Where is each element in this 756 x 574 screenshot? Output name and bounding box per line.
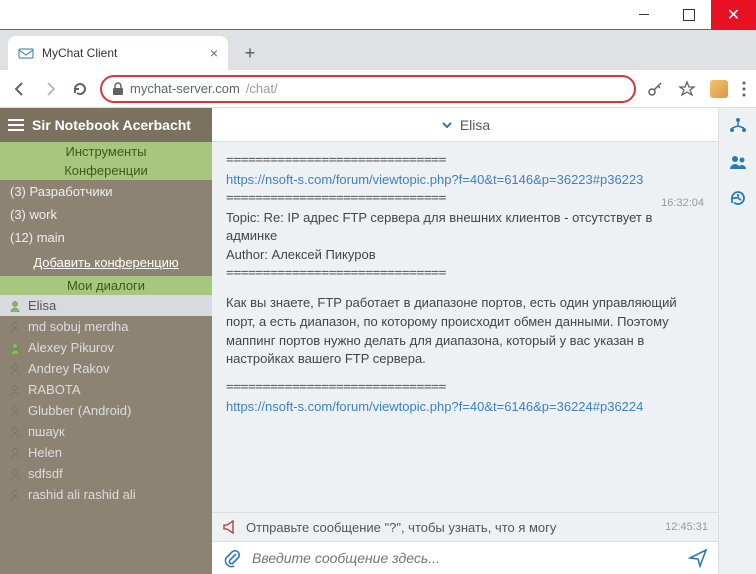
browser-toolbar: mychat-server.com/chat/ — [0, 70, 756, 108]
lock-icon — [112, 82, 124, 96]
url-host: mychat-server.com — [130, 81, 240, 96]
message-separator: ============================== — [226, 190, 704, 209]
dialog-name: Glubber (Android) — [28, 403, 131, 418]
message-timestamp: 16:32:04 — [661, 196, 704, 212]
presence-icon — [8, 404, 22, 418]
dialog-name: RABOTA — [28, 382, 81, 397]
dialog-item[interactable]: rashid ali rashid ali — [0, 484, 212, 505]
dialog-name: Helen — [28, 445, 62, 460]
window-minimize-button[interactable] — [621, 0, 666, 30]
sidebar-section-dialogs[interactable]: Мои диалоги — [0, 276, 212, 295]
message-text: Как вы знаете, FTP работает в диапазоне … — [226, 294, 704, 369]
chat-peer-name: Elisa — [460, 117, 490, 133]
new-tab-button[interactable]: + — [236, 43, 264, 70]
right-rail — [718, 108, 756, 574]
current-user-name: Sir Notebook Acerbacht — [32, 117, 191, 133]
tab-title: MyChat Client — [42, 46, 202, 60]
presence-icon — [8, 362, 22, 376]
org-icon[interactable] — [728, 116, 748, 136]
nav-back-button[interactable] — [10, 79, 30, 99]
message-text: Author: Алексей Пикуров — [226, 246, 704, 265]
dialog-item[interactable]: Alexey Pikurov — [0, 337, 212, 358]
dialog-name: Alexey Pikurov — [28, 340, 114, 355]
nav-reload-button[interactable] — [70, 79, 90, 99]
message-separator: ============================== — [226, 265, 704, 284]
dialog-item[interactable]: Elisa — [0, 295, 212, 316]
dialog-item[interactable]: пшаук — [0, 421, 212, 442]
message-separator: ============================== — [226, 379, 704, 398]
window-titlebar: ✕ — [0, 0, 756, 30]
presence-icon — [8, 446, 22, 460]
conference-item[interactable]: (3) Разработчики — [0, 180, 212, 203]
conference-item[interactable]: (3) work — [0, 203, 212, 226]
sidebar-header[interactable]: Sir Notebook Acerbacht — [0, 108, 212, 142]
dialog-name: rashid ali rashid ali — [28, 487, 136, 502]
sidebar-section-tools[interactable]: Инструменты — [0, 142, 212, 161]
nav-forward-button[interactable] — [40, 79, 60, 99]
dialog-name: sdfsdf — [28, 466, 63, 481]
bot-hint-text: Отправьте сообщение "?", чтобы узнать, ч… — [246, 520, 556, 535]
dialog-item[interactable]: Andrey Rakov — [0, 358, 212, 379]
message-list[interactable]: ============================== https://n… — [212, 142, 718, 512]
dialog-item[interactable]: sdfsdf — [0, 463, 212, 484]
window-close-button[interactable]: ✕ — [711, 0, 756, 30]
presence-icon — [8, 341, 22, 355]
presence-icon — [8, 425, 22, 439]
dialog-item[interactable]: RABOTA — [0, 379, 212, 400]
chevron-down-icon — [440, 118, 454, 132]
dialog-item[interactable]: md sobuj merdha — [0, 316, 212, 337]
window-maximize-button[interactable] — [666, 0, 711, 30]
address-bar[interactable]: mychat-server.com/chat/ — [100, 75, 636, 103]
presence-icon — [8, 299, 22, 313]
browser-tabstrip: MyChat Client × + — [0, 30, 756, 70]
key-icon[interactable] — [646, 80, 664, 98]
hamburger-icon[interactable] — [8, 119, 24, 131]
presence-icon — [8, 488, 22, 502]
tab-close-button[interactable]: × — [210, 45, 218, 61]
dialog-item[interactable]: Helen — [0, 442, 212, 463]
extension-icon[interactable] — [710, 80, 728, 98]
chat-header[interactable]: Elisa — [212, 108, 718, 142]
message-text: Topic: Re: IP адрес FTP сервера для внеш… — [226, 209, 704, 247]
dialog-name: Elisa — [28, 298, 56, 313]
attach-icon[interactable] — [222, 548, 242, 568]
sidebar: Sir Notebook Acerbacht Инструменты Конфе… — [0, 108, 212, 574]
tab-favicon-icon — [18, 45, 34, 61]
message-link[interactable]: https://nsoft-s.com/forum/viewtopic.php?… — [226, 171, 704, 190]
contacts-icon[interactable] — [728, 152, 748, 172]
message-input[interactable] — [252, 550, 678, 566]
dialog-name: пшаук — [28, 424, 65, 439]
presence-icon — [8, 467, 22, 481]
chat-area: Elisa ============================== htt… — [212, 108, 718, 574]
dialog-name: md sobuj merdha — [28, 319, 128, 334]
browser-menu-button[interactable] — [742, 81, 746, 97]
message-separator: ============================== — [226, 152, 704, 171]
conference-item[interactable]: (12) main — [0, 226, 212, 249]
dialog-item[interactable]: Glubber (Android) — [0, 400, 212, 421]
bot-hint-row: Отправьте сообщение "?", чтобы узнать, ч… — [212, 512, 718, 541]
sidebar-section-conferences[interactable]: Конференции — [0, 161, 212, 180]
message-timestamp: 12:45:31 — [665, 521, 708, 533]
browser-tab[interactable]: MyChat Client × — [8, 36, 228, 70]
send-button[interactable] — [688, 548, 708, 568]
presence-icon — [8, 383, 22, 397]
history-icon[interactable] — [728, 188, 748, 208]
announce-icon — [222, 519, 238, 535]
message-composer — [212, 541, 718, 574]
dialog-name: Andrey Rakov — [28, 361, 110, 376]
presence-icon — [8, 320, 22, 334]
add-conference-link[interactable]: Добавить конференцию — [0, 249, 212, 276]
star-icon[interactable] — [678, 80, 696, 98]
message-link[interactable]: https://nsoft-s.com/forum/viewtopic.php?… — [226, 398, 704, 417]
url-path: /chat/ — [246, 81, 278, 96]
